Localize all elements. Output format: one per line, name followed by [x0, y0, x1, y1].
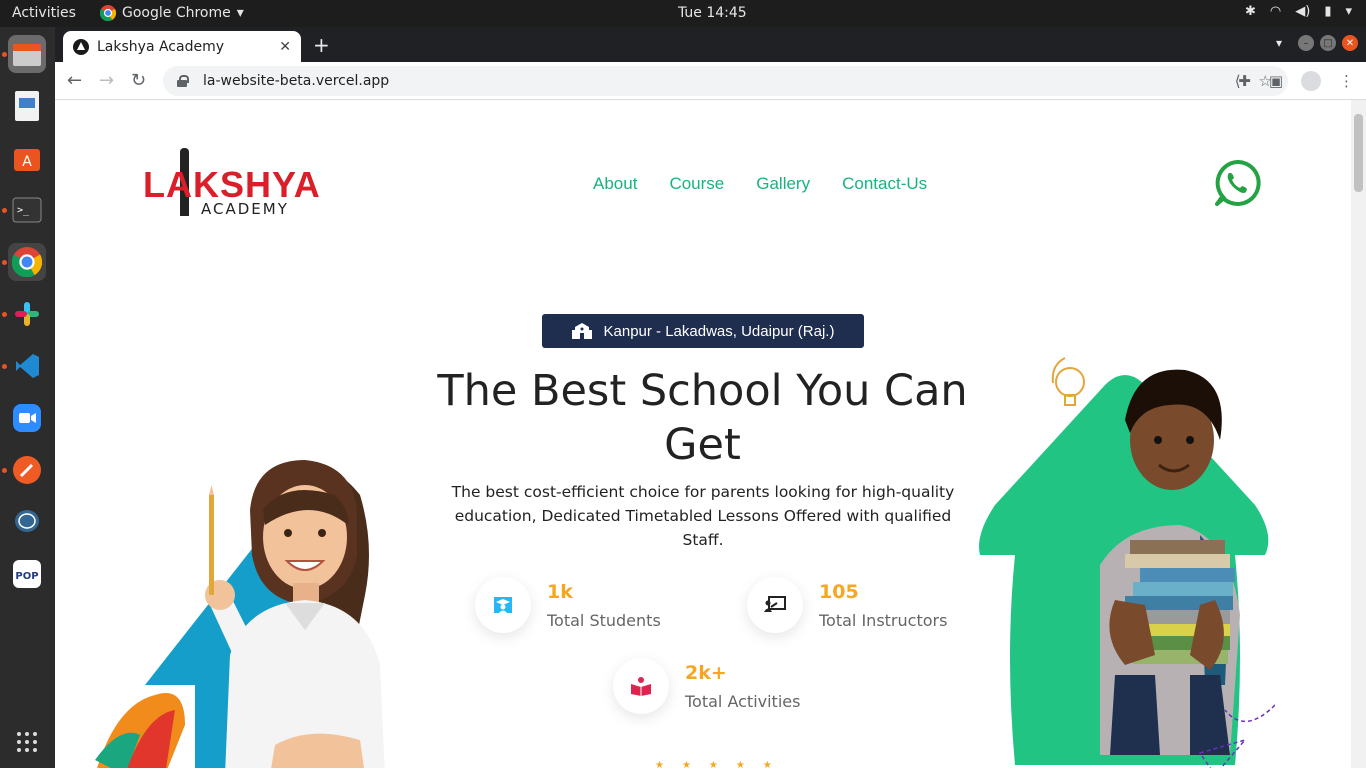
close-window-button[interactable]: ✕: [1342, 35, 1358, 51]
tab-search-icon[interactable]: ▾: [1276, 36, 1282, 50]
location-text: Kanpur - Lakadwas, Udaipur (Raj.): [603, 322, 835, 340]
profile-avatar[interactable]: [1301, 71, 1321, 91]
svg-text:A: A: [22, 154, 32, 170]
close-tab-icon[interactable]: ✕: [279, 39, 291, 55]
system-tray[interactable]: ✱ ◠ ◀) ▮ ▾: [1245, 4, 1352, 19]
nav-contact-us[interactable]: Contact-Us: [842, 174, 927, 194]
chevron-down-icon: ▾: [1345, 4, 1352, 19]
book-icon: [631, 677, 651, 696]
document-viewer-icon[interactable]: [8, 87, 46, 125]
rating-stars: ★★★★★: [655, 760, 790, 768]
running-indicator: [2, 52, 7, 57]
nav-about[interactable]: About: [593, 174, 637, 194]
activities-button[interactable]: Activities: [12, 5, 76, 21]
forward-button[interactable]: →: [99, 70, 114, 91]
whatsapp-icon[interactable]: [1213, 159, 1261, 207]
stat-icon-circle: [475, 577, 531, 633]
clock[interactable]: Tue 14:45: [678, 5, 747, 21]
stat-value: 105: [819, 580, 859, 603]
system-top-bar: Activities Google Chrome ▾ Tue 14:45 ✱ ◠…: [0, 0, 1366, 27]
stat-value: 1k: [547, 580, 573, 603]
slack-tray-icon[interactable]: ✱: [1245, 4, 1256, 19]
boy-student-illustration: [979, 355, 1275, 768]
running-indicator: [2, 364, 7, 369]
software-center-icon[interactable]: A: [8, 139, 46, 177]
window-controls: ▾ – □ ✕: [1276, 35, 1358, 51]
minimize-button[interactable]: –: [1298, 35, 1314, 51]
school-building-icon: [571, 323, 592, 339]
main-nav: About Course Gallery Contact-Us: [593, 174, 927, 194]
show-apps-icon[interactable]: [8, 723, 46, 761]
stat-label: Total Instructors: [819, 610, 948, 630]
tab-title: Lakshya Academy: [97, 38, 224, 55]
url-text[interactable]: la-website-beta.vercel.app: [203, 73, 389, 89]
scrollbar-thumb[interactable]: [1354, 114, 1363, 192]
back-button[interactable]: ←: [67, 70, 82, 91]
running-indicator: [2, 468, 7, 473]
hero-subtext: The best cost-efficient choice for paren…: [451, 483, 955, 549]
browser-toolbar: ← → ↻ la-website-beta.vercel.app ⟨ ☆ ✚ ▣…: [55, 62, 1366, 100]
site-favicon-icon: [73, 38, 89, 55]
site-logo[interactable]: LAKSHYA ACADEMY: [143, 148, 320, 220]
lock-icon[interactable]: [177, 75, 189, 87]
slack-icon[interactable]: [8, 295, 46, 333]
svg-text:POP: POP: [15, 571, 38, 582]
running-indicator: [2, 208, 7, 213]
stat-icon-circle: [747, 577, 803, 633]
running-indicator: [2, 260, 7, 265]
maximize-button[interactable]: □: [1320, 35, 1336, 51]
stat-icon-circle: [613, 658, 669, 714]
extensions-icon[interactable]: ✚: [1238, 72, 1251, 90]
chevron-down-icon: ▾: [236, 5, 244, 21]
location-badge: Kanpur - Lakadwas, Udaipur (Raj.): [542, 314, 864, 348]
new-tab-button[interactable]: +: [313, 33, 330, 57]
app-menu[interactable]: Google Chrome ▾: [100, 5, 244, 21]
running-indicator: [2, 312, 7, 317]
page-scrollbar[interactable]: [1351, 100, 1366, 768]
chrome-dock-icon[interactable]: [8, 243, 46, 281]
wifi-icon: ◠: [1269, 4, 1282, 19]
zoom-icon[interactable]: [8, 399, 46, 437]
dock: A >_ POP: [0, 27, 55, 768]
battery-icon: ▮: [1324, 4, 1332, 19]
files-icon[interactable]: [8, 35, 46, 73]
stat-label: Total Activities: [685, 691, 801, 711]
svg-text:>_: >_: [17, 205, 30, 216]
page-viewport: LAKSHYA ACADEMY About Course Gallery Con…: [55, 100, 1351, 768]
postgresql-icon[interactable]: [8, 503, 46, 541]
graduate-icon: [494, 597, 512, 613]
side-panel-icon[interactable]: ▣: [1269, 72, 1283, 90]
tab-strip: Lakshya Academy ✕ + ▾ – □ ✕: [55, 27, 1366, 62]
vscode-icon[interactable]: [8, 347, 46, 385]
stat-students: 1k Total Students: [475, 577, 661, 633]
reload-button[interactable]: ↻: [131, 70, 146, 91]
stat-activities: 2k+ Total Activities: [613, 658, 800, 714]
app-name: Google Chrome: [122, 5, 231, 21]
volume-icon: ◀): [1295, 4, 1311, 19]
logo-subtext: ACADEMY: [201, 200, 289, 218]
menu-icon[interactable]: ⋮: [1339, 72, 1354, 90]
girl-student-illustration: [95, 460, 385, 768]
browser-tab[interactable]: Lakshya Academy ✕: [63, 31, 301, 62]
postman-icon[interactable]: [8, 451, 46, 489]
terminal-icon[interactable]: >_: [8, 191, 46, 229]
instructor-icon: [764, 596, 786, 612]
hero-headline: The Best School You Can Get: [437, 366, 968, 470]
stat-instructors: 105 Total Instructors: [747, 577, 947, 633]
stat-value: 2k+: [685, 661, 727, 684]
nav-course[interactable]: Course: [669, 174, 724, 194]
popsql-icon[interactable]: POP: [8, 555, 46, 593]
address-bar[interactable]: la-website-beta.vercel.app ⟨ ☆: [163, 66, 1288, 96]
stat-label: Total Students: [547, 610, 661, 630]
chrome-icon: [100, 5, 116, 21]
nav-gallery[interactable]: Gallery: [756, 174, 810, 194]
